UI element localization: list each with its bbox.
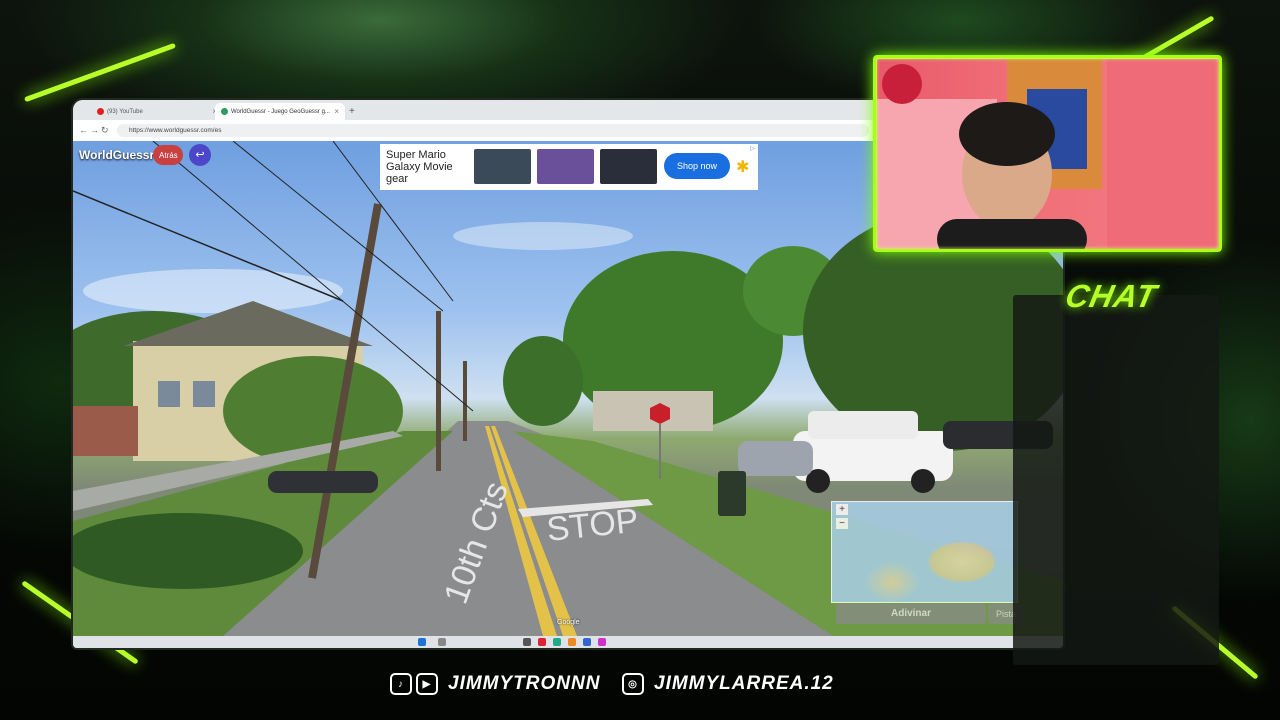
tab-label: WorldGuessr - Juego GeoGuessr g... xyxy=(231,108,330,115)
youtube-icon xyxy=(97,108,104,115)
windows-start-icon[interactable] xyxy=(418,638,426,646)
chat-panel xyxy=(1013,295,1219,665)
app-icon[interactable] xyxy=(538,638,546,646)
reload-icon[interactable]: ↻ xyxy=(101,125,109,136)
app-icon[interactable] xyxy=(553,638,561,646)
webcam-frame xyxy=(873,55,1222,252)
tab-label: (93) YouTube xyxy=(107,108,143,115)
worldguessr-logo: WorldGuessr xyxy=(79,148,155,162)
app-icon[interactable] xyxy=(583,638,591,646)
chat-title: CHAT xyxy=(1062,278,1161,314)
ad-headline: Super Mario Galaxy Movie gear xyxy=(386,149,453,185)
return-to-start-icon[interactable]: ↩ xyxy=(189,144,211,166)
guess-minimap[interactable]: + − xyxy=(831,501,1018,603)
back-button[interactable]: Atrás xyxy=(153,145,183,165)
new-tab-button[interactable]: + xyxy=(343,103,361,120)
app-icon[interactable] xyxy=(598,638,606,646)
social-handle-tiktok-youtube: ♪ ▶ JIMMYTRONNN xyxy=(390,670,600,698)
shop-now-button[interactable]: Shop now xyxy=(664,153,730,179)
tab-youtube[interactable]: (93) YouTube × xyxy=(91,103,223,120)
ad-product-image xyxy=(474,149,531,184)
ad-product-image xyxy=(537,149,594,184)
os-taskbar xyxy=(73,636,1063,648)
google-attribution: Google xyxy=(557,619,580,626)
zoom-in-button[interactable]: + xyxy=(836,504,848,515)
handle-text: JIMMYLARREA.12 xyxy=(654,673,834,694)
guess-button[interactable]: Adivinar xyxy=(836,604,986,624)
ad-product-image xyxy=(600,149,657,184)
ad-choices-icon[interactable]: ▷ xyxy=(750,145,755,152)
instagram-icon: ◎ xyxy=(622,673,644,695)
walmart-spark-icon: ✱ xyxy=(736,159,750,176)
close-icon[interactable]: × xyxy=(334,107,339,116)
social-handle-instagram: ◎ JIMMYLARREA.12 xyxy=(622,670,834,698)
app-icon[interactable] xyxy=(523,638,531,646)
worldguessr-icon xyxy=(221,108,228,115)
tab-worldguessr[interactable]: WorldGuessr - Juego GeoGuessr g... × xyxy=(215,103,345,120)
app-icon[interactable] xyxy=(568,638,576,646)
youtube-icon: ▶ xyxy=(416,673,438,695)
forward-arrow-icon[interactable]: → xyxy=(90,125,99,135)
url-input[interactable]: https://www.worldguessr.com/es xyxy=(117,124,869,137)
tiktok-icon: ♪ xyxy=(390,673,412,695)
handle-text: JIMMYTRONNN xyxy=(448,673,601,694)
search-icon[interactable] xyxy=(438,638,446,646)
back-arrow-icon[interactable]: ← xyxy=(79,125,88,135)
advertisement-banner[interactable]: Super Mario Galaxy Movie gear Shop now ✱… xyxy=(380,144,758,190)
zoom-out-button[interactable]: − xyxy=(836,518,848,529)
